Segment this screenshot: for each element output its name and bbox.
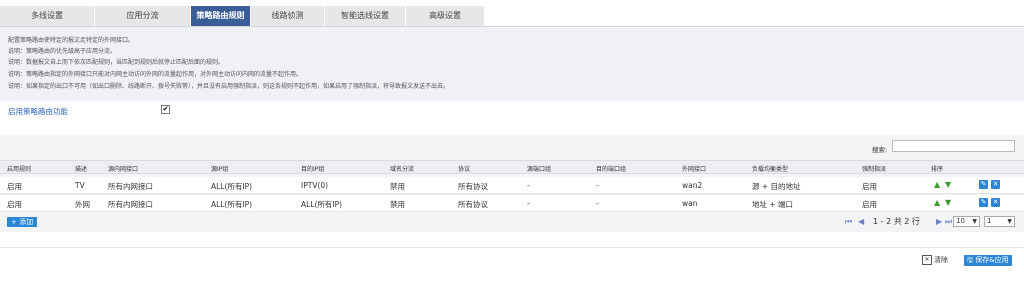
cell-src-port: - [527,199,530,208]
add-icon: + [11,218,17,226]
clear-button[interactable]: ✕ 清除 [922,255,948,266]
cell-lb: 源 + 目的地址 [752,182,801,191]
add-label: 添加 [19,218,34,226]
cell-src-ip: ALL(所有IP) [211,200,253,209]
save-apply-button[interactable]: 🖫 保存&应用 [964,255,1012,266]
add-rule-button[interactable]: + 添加 [7,217,38,227]
edit-icon[interactable]: ✎ [979,180,988,189]
description-line: 说明：数据报文自上而下依次匹配规则，当匹配到规则后就停止匹配后面的规则。 [8,59,225,66]
cell-force: 启用 [862,200,877,209]
cell-force: 启用 [862,182,877,191]
delete-icon[interactable]: ✕ [991,198,1000,207]
enable-policy-route-checkbox[interactable]: ✔ [161,105,170,114]
col-order[interactable]: 排序 [931,164,943,173]
cell-domain: 禁用 [390,200,405,209]
clear-label: 清除 [934,256,948,264]
col-domain[interactable]: 域名分流 [390,164,414,173]
cell-src-ip: ALL(所有IP) [211,182,253,191]
cell-domain: 禁用 [390,182,405,191]
page-size-value: 10 [956,217,965,225]
cell-dst-ip: IPTV(0) [301,181,329,190]
edit-icon[interactable]: ✎ [979,198,988,207]
tab-app-split[interactable]: 应用分流 [95,6,191,26]
table-row[interactable]: 启用 TV 所有内网接口 ALL(所有IP) IPTV(0) 禁用 所有协议 -… [0,177,1024,194]
page-number-value: 1 [987,217,992,225]
move-down-icon[interactable]: ▼ [945,198,951,207]
cell-dst-ip: ALL(所有IP) [301,200,343,209]
col-enabled[interactable]: 启用规则 [7,164,31,173]
col-src-port[interactable]: 源端口组 [527,164,551,173]
col-desc[interactable]: 描述 [75,164,87,173]
cell-wan: wan [682,199,698,208]
col-lb[interactable]: 负载均衡类型 [752,164,788,173]
col-force[interactable]: 强制指派 [862,164,886,173]
cell-proto: 所有协议 [458,182,488,191]
cell-desc: 外网 [75,200,90,209]
enable-policy-route-label: 启用策略路由功能 [8,107,68,116]
next-page-icon[interactable]: ▶ [936,217,942,227]
description-line: 说明：策略路由的优先级高于应用分流。 [8,48,117,55]
page-size-select[interactable]: 10 ▼ [953,216,980,227]
cell-enabled: 启用 [7,182,22,191]
move-down-icon[interactable]: ▼ [945,180,951,189]
cell-dst-port: - [596,181,599,190]
cell-src-if: 所有内网接口 [108,200,153,209]
cell-src-port: - [527,181,530,190]
save-label: 保存&应用 [975,256,1009,264]
cell-proto: 所有协议 [458,200,488,209]
pager-text: 1 - 2 共 2 行 [873,217,920,226]
save-icon: 🖫 [967,256,973,264]
col-src-ip[interactable]: 源IP组 [211,164,228,173]
tab-multiline[interactable]: 多线设置 [0,6,95,26]
first-page-icon[interactable]: ⏮ [845,217,852,227]
cell-desc: TV [75,181,85,190]
tab-policy-route[interactable]: 策略路由规则 [191,6,251,26]
search-label: 搜索: [872,146,888,154]
cell-lb: 地址 + 端口 [752,200,794,209]
delete-icon[interactable]: ✕ [991,180,1000,189]
col-wan[interactable]: 外网接口 [682,164,706,173]
cell-wan: wan2 [682,181,703,190]
chevron-down-icon: ▼ [1007,218,1012,225]
tab-bar: 多线设置 应用分流 策略路由规则 线路侦测 智能选线设置 高级设置 [0,0,1024,27]
description-line: 说明：策略路由指定的外网接口只能对内网主动访问外网的流量起作用，对外网主动访问内… [8,71,303,78]
cell-enabled: 启用 [7,200,22,209]
prev-page-icon[interactable]: ◀ [858,217,864,227]
move-up-icon[interactable]: ▲ [934,198,940,207]
table-header: 启用规则 描述 源内网接口 源IP组 目的IP组 域名分流 协议 源端口组 目的… [0,160,1024,174]
description-line: 配置策略路由使特定的报文走特定的外网接口。 [8,37,135,44]
col-proto[interactable]: 协议 [458,164,470,173]
tab-smart-select[interactable]: 智能选线设置 [325,6,406,26]
col-dst-port[interactable]: 目的端口组 [596,164,626,173]
page-number-select[interactable]: 1 ▼ [984,216,1015,227]
search-input[interactable] [892,140,1015,152]
table-row[interactable]: 启用 外网 所有内网接口 ALL(所有IP) ALL(所有IP) 禁用 所有协议… [0,195,1024,212]
tab-advanced[interactable]: 高级设置 [406,6,485,26]
chevron-down-icon: ▼ [972,218,977,225]
cell-src-if: 所有内网接口 [108,182,153,191]
cell-dst-port: - [596,199,599,208]
col-src-if[interactable]: 源内网接口 [108,164,138,173]
move-up-icon[interactable]: ▲ [934,180,940,189]
tab-line-detect[interactable]: 线路侦测 [251,6,325,26]
description-line: 说明：如果指定的出口不可用（如出口删除、线路断开、拨号失败等），并且没有启用强制… [8,83,450,90]
col-dst-ip[interactable]: 目的IP组 [301,164,324,173]
last-page-icon[interactable]: ⏭ [945,217,952,227]
clear-icon: ✕ [922,255,932,265]
divider [0,247,1024,248]
